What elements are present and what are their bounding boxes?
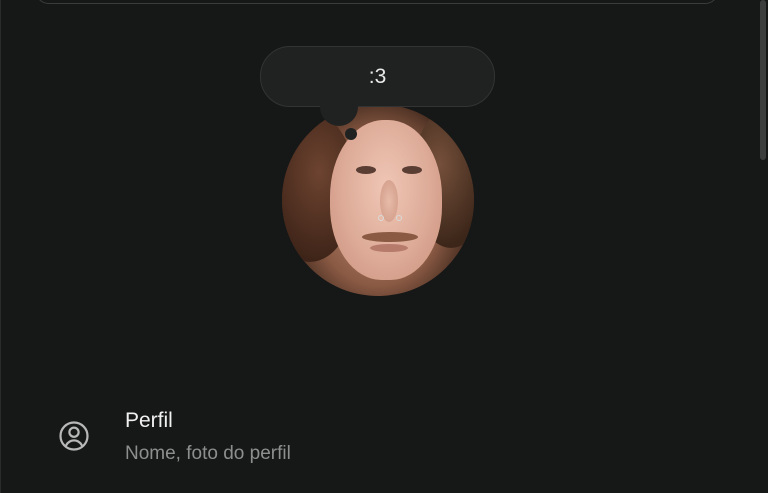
avatar-left-eye — [356, 166, 376, 174]
scrollbar-thumb[interactable] — [760, 0, 766, 160]
avatar-left-ring — [378, 215, 384, 221]
settings-row-subtitle: Nome, foto do perfil — [125, 443, 291, 464]
status-text: :3 — [368, 64, 387, 88]
vertical-scrollbar[interactable] — [756, 0, 768, 493]
user-circle-icon — [59, 421, 89, 451]
status-bubble-dot — [345, 128, 357, 140]
avatar-mouth — [370, 244, 408, 252]
profile-avatar[interactable] — [282, 104, 474, 296]
profile-settings-row[interactable]: Perfil Nome, foto do perfil — [35, 396, 735, 476]
avatar-mustache — [362, 232, 418, 242]
profile-panel: :3 Perfil Nome, foto do perfil — [0, 0, 768, 493]
settings-row-title: Perfil — [125, 409, 173, 432]
top-search-field[interactable] — [35, 0, 719, 4]
status-bubble[interactable]: :3 — [260, 46, 495, 107]
avatar-right-ring — [396, 215, 402, 221]
avatar-right-eye — [402, 166, 422, 174]
avatar-face — [330, 120, 442, 280]
